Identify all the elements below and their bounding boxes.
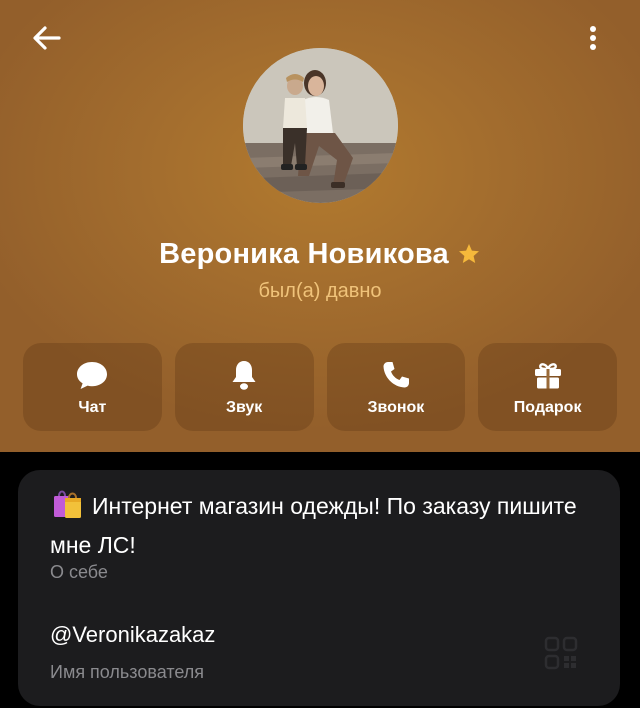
- username-label: Имя пользователя: [50, 662, 205, 682]
- profile-header: Вероника Новикова был(а) давно Чат Звук: [0, 0, 640, 452]
- more-vertical-icon: [590, 26, 596, 50]
- profile-name: Вероника Новикова: [159, 237, 449, 270]
- sound-button-label: Звук: [225, 399, 263, 416]
- bell-icon: [232, 361, 256, 390]
- back-arrow-icon: [33, 26, 61, 50]
- username-text[interactable]: @Veronikazakaz: [50, 622, 215, 648]
- chat-bubble-icon: [77, 362, 108, 389]
- bio-text: Интернет магазин одежды! По заказу пишит…: [50, 493, 577, 558]
- action-bar: Чат Звук Звонок Подарок: [23, 343, 617, 431]
- sound-button[interactable]: Звук: [174, 343, 314, 431]
- phone-icon: [383, 362, 409, 388]
- call-button-label: Звонок: [367, 399, 425, 416]
- shopping-bags-emoji-icon: [50, 486, 84, 529]
- call-button[interactable]: Звонок: [326, 343, 466, 431]
- avatar[interactable]: [243, 48, 398, 203]
- gift-button-label: Подарок: [513, 399, 582, 416]
- avatar-photo: [243, 48, 398, 203]
- bio-text-row[interactable]: Интернет магазин одежды! По заказу пишит…: [50, 486, 590, 562]
- qr-code-icon[interactable]: [544, 636, 578, 670]
- gift-icon: [534, 363, 561, 389]
- chat-button-label: Чат: [78, 399, 107, 416]
- chat-button[interactable]: Чат: [23, 343, 162, 431]
- profile-info-card: Интернет магазин одежды! По заказу пишит…: [18, 470, 620, 706]
- star-icon[interactable]: [457, 242, 481, 266]
- more-options-button[interactable]: [570, 16, 616, 60]
- gift-button[interactable]: Подарок: [478, 343, 617, 431]
- back-button[interactable]: [22, 18, 72, 58]
- last-seen-status: был(а) давно: [258, 280, 382, 302]
- bio-label: О себе: [50, 562, 108, 582]
- profile-name-row: Вероника Новикова: [0, 232, 640, 276]
